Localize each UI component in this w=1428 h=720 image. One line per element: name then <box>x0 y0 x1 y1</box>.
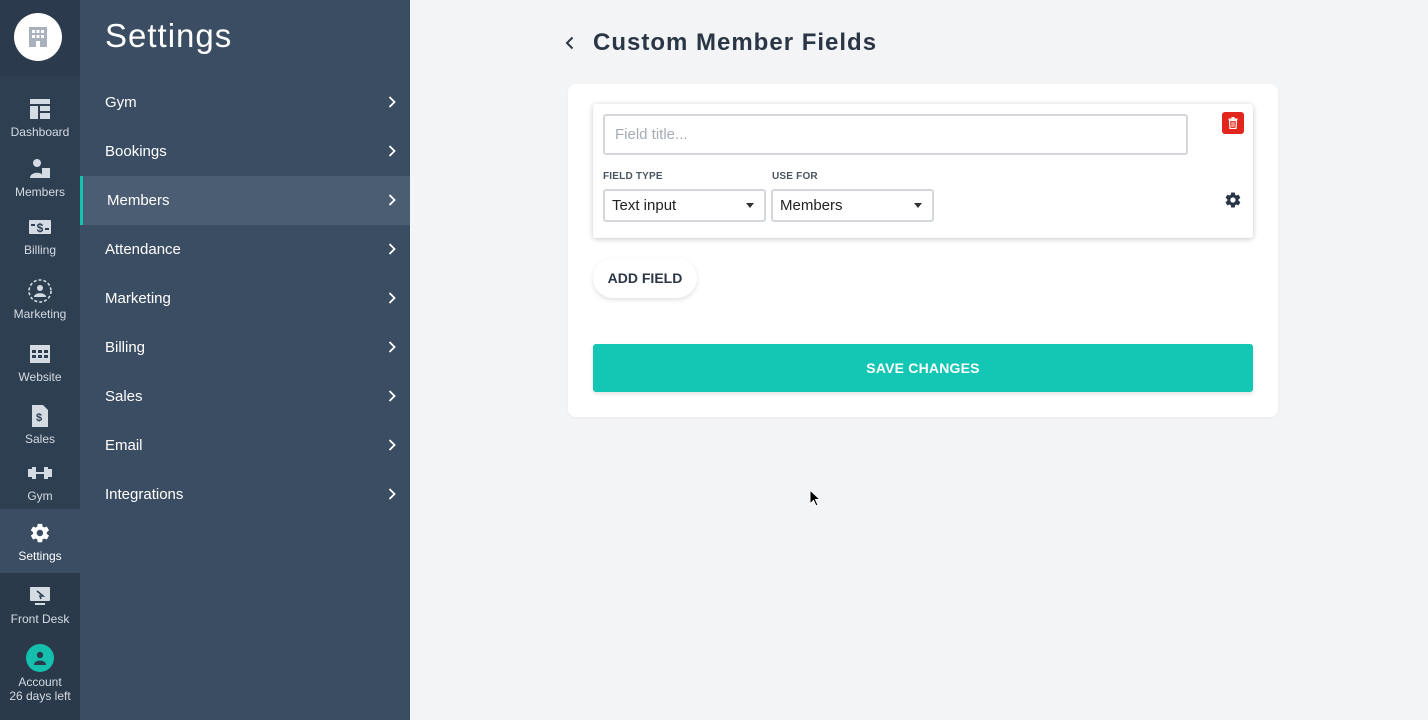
chevron-right-icon <box>388 243 396 255</box>
save-changes-button[interactable]: SAVE CHANGES <box>593 344 1253 392</box>
settings-item-label: Integrations <box>105 486 184 503</box>
account-icon <box>26 644 54 672</box>
rail-item-marketing[interactable]: Marketing <box>0 277 80 321</box>
settings-item-sales[interactable]: Sales <box>80 372 410 421</box>
page-title: Custom Member Fields <box>593 29 878 56</box>
rail-item-label: Website <box>18 370 62 384</box>
rail-item-label: Members <box>14 185 65 199</box>
settings-item-gym[interactable]: Gym <box>80 78 410 127</box>
field-type-select[interactable]: Text input <box>603 189 766 222</box>
front-desk-icon <box>29 582 51 610</box>
rail-item-label: Billing <box>23 243 56 257</box>
rail-item-front-desk[interactable]: Front Desk <box>0 582 80 626</box>
rail-item-members[interactable]: Members <box>0 155 80 199</box>
rail-item-billing[interactable]: $ Billing <box>0 213 80 257</box>
chevron-right-icon <box>388 390 396 402</box>
rail-item-label: Settings <box>18 549 62 563</box>
field-type-value: Text input <box>612 197 677 214</box>
dashboard-icon <box>29 95 51 123</box>
use-for-value: Members <box>780 197 843 214</box>
page-header: Custom Member Fields <box>565 28 877 58</box>
rail-item-label: Front Desk <box>10 612 70 626</box>
delete-field-button[interactable] <box>1222 112 1244 134</box>
marketing-icon <box>27 277 53 305</box>
website-icon <box>29 340 51 368</box>
svg-text:$: $ <box>36 412 42 424</box>
rail-item-label: Gym <box>27 489 53 503</box>
settings-panel: Settings Gym Bookings Members Attendance… <box>80 0 410 720</box>
gym-logo[interactable] <box>14 13 62 61</box>
rail-item-sales[interactable]: $ Sales <box>0 402 80 446</box>
rail-item-website[interactable]: Website <box>0 340 80 384</box>
settings-title: Settings <box>105 17 233 54</box>
caret-down-icon <box>746 203 754 208</box>
gear-icon <box>1225 192 1241 208</box>
rail-item-label: Dashboard <box>10 125 70 139</box>
trial-days-left: 26 days left <box>9 689 71 703</box>
add-field-button[interactable]: ADD FIELD <box>593 258 697 298</box>
account-label: Account <box>18 675 62 689</box>
rail-item-account[interactable]: Account 26 days left <box>0 644 80 703</box>
icon-rail: Dashboard Members $ Billing Marketing We… <box>0 0 80 720</box>
settings-item-billing[interactable]: Billing <box>80 323 410 372</box>
settings-item-label: Email <box>105 437 143 454</box>
settings-item-label: Attendance <box>105 241 181 258</box>
field-settings-button[interactable] <box>1224 191 1242 214</box>
field-title-input[interactable] <box>603 114 1188 155</box>
settings-item-label: Gym <box>105 94 137 111</box>
settings-item-email[interactable]: Email <box>80 421 410 470</box>
chevron-right-icon <box>388 194 396 206</box>
settings-item-label: Billing <box>105 339 146 356</box>
building-icon <box>29 27 47 47</box>
mouse-cursor-icon <box>809 489 821 507</box>
rail-item-gym[interactable]: Gym <box>0 459 80 503</box>
chevron-right-icon <box>388 96 396 108</box>
sales-icon: $ <box>30 402 50 430</box>
settings-item-bookings[interactable]: Bookings <box>80 127 410 176</box>
custom-field-item: FIELD TYPE Text input USE FOR Members <box>593 104 1253 238</box>
field-type-label: FIELD TYPE <box>603 171 663 182</box>
billing-icon: $ <box>28 213 52 241</box>
members-icon <box>29 155 51 183</box>
use-for-label: USE FOR <box>772 171 818 182</box>
caret-down-icon <box>914 203 922 208</box>
custom-fields-card: FIELD TYPE Text input USE FOR Members AD… <box>568 84 1278 417</box>
chevron-right-icon <box>388 292 396 304</box>
svg-text:$: $ <box>37 221 44 235</box>
settings-item-label: Members <box>107 192 170 209</box>
avatar <box>26 644 54 672</box>
rail-item-dashboard[interactable]: Dashboard <box>0 95 80 139</box>
use-for-select[interactable]: Members <box>771 189 934 222</box>
chevron-right-icon <box>388 439 396 451</box>
settings-item-label: Bookings <box>105 143 167 160</box>
rail-item-settings[interactable]: Settings <box>0 509 80 573</box>
rail-item-label: Sales <box>24 432 56 446</box>
dumbbell-icon <box>27 459 53 487</box>
back-button[interactable] <box>565 28 579 58</box>
rail-item-label: Marketing <box>13 307 67 321</box>
trash-icon <box>1228 117 1238 129</box>
settings-item-integrations[interactable]: Integrations <box>80 470 410 519</box>
logo-area <box>0 0 80 76</box>
chevron-left-icon <box>565 36 574 50</box>
settings-item-label: Sales <box>105 388 143 405</box>
settings-item-members[interactable]: Members <box>80 176 410 225</box>
settings-item-marketing[interactable]: Marketing <box>80 274 410 323</box>
settings-item-label: Marketing <box>105 290 171 307</box>
chevron-right-icon <box>388 341 396 353</box>
settings-item-attendance[interactable]: Attendance <box>80 225 410 274</box>
gear-icon <box>29 519 51 547</box>
chevron-right-icon <box>388 145 396 157</box>
chevron-right-icon <box>388 488 396 500</box>
